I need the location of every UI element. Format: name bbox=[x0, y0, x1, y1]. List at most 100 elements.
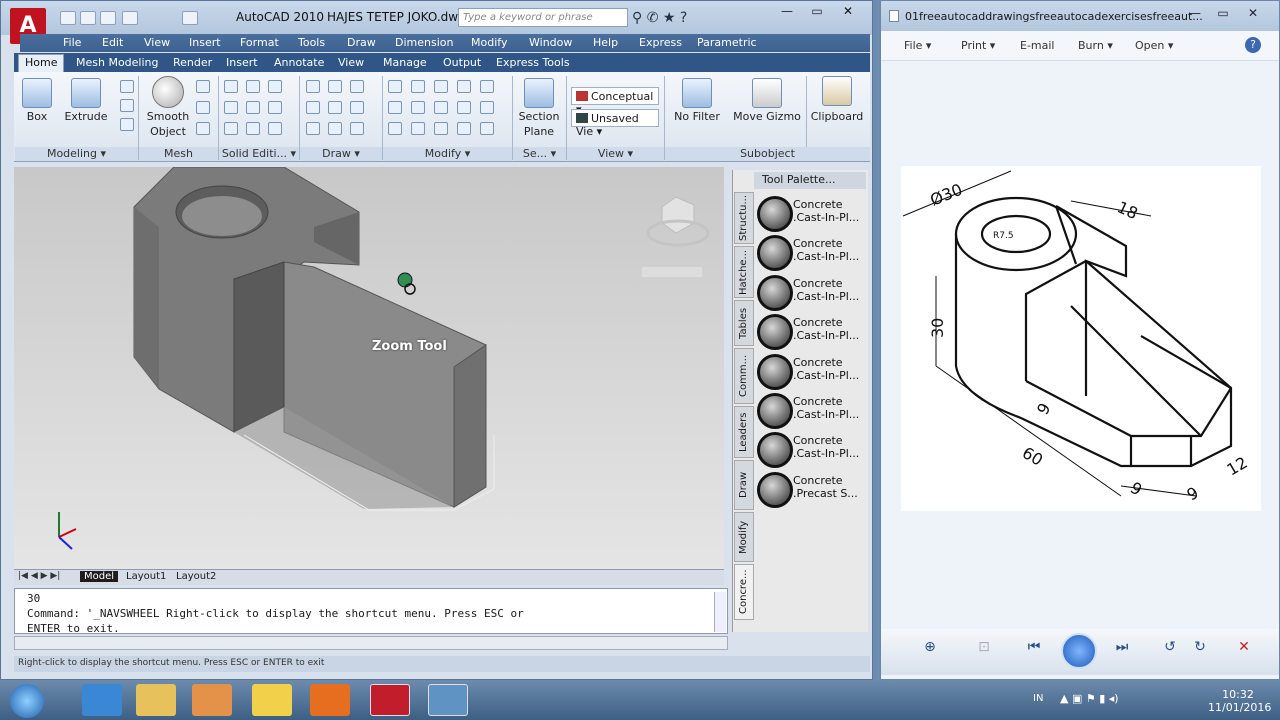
tool-palette-title[interactable]: Tool Palette... bbox=[754, 172, 866, 189]
viewer-menu-burn[interactable]: Burn ▾ bbox=[1078, 39, 1113, 52]
tray-icons[interactable]: ▲ ▣ ⚑ ▮ ◂) bbox=[1060, 692, 1119, 705]
tab-express-tools[interactable]: Express Tools bbox=[490, 55, 576, 70]
autocad-taskbar-icon[interactable] bbox=[370, 684, 410, 716]
zoom-icon[interactable]: ⊕ bbox=[917, 639, 943, 661]
plot-icon[interactable] bbox=[182, 11, 198, 25]
internet-explorer-icon[interactable] bbox=[82, 684, 122, 716]
tab-annotate[interactable]: Annotate bbox=[268, 55, 330, 70]
panel-subobject[interactable]: Subobject bbox=[665, 147, 870, 161]
palette-item[interactable]: Concrete .Cast-In-Pl... bbox=[757, 354, 865, 390]
palette-tab-modify[interactable]: Modify bbox=[734, 512, 754, 562]
rotate-left-icon[interactable]: ↺ bbox=[1157, 639, 1183, 661]
tab-layout1[interactable]: Layout1 bbox=[122, 571, 170, 582]
menu-draw[interactable]: Draw bbox=[347, 36, 376, 49]
menu-dimension[interactable]: Dimension bbox=[395, 36, 453, 49]
minimize-button[interactable]: — bbox=[775, 4, 799, 20]
palette-item[interactable]: Concrete .Cast-In-Pl... bbox=[757, 314, 865, 350]
next-icon[interactable]: ⏭ bbox=[1109, 639, 1135, 661]
clock[interactable]: 10:32 11/01/2016 bbox=[1208, 688, 1271, 714]
rotate-right-icon[interactable]: ↻ bbox=[1187, 639, 1213, 661]
panel-modify[interactable]: Modify ▾ bbox=[383, 147, 512, 161]
photo-viewer-taskbar-icon[interactable] bbox=[428, 684, 468, 716]
menu-file[interactable]: File bbox=[63, 36, 81, 49]
command-hscrollbar[interactable] bbox=[14, 636, 728, 650]
menu-parametric[interactable]: Parametric bbox=[697, 36, 757, 49]
utility-app-icon[interactable] bbox=[252, 684, 292, 716]
menu-help[interactable]: Help bbox=[593, 36, 618, 49]
slideshow-button[interactable] bbox=[1061, 633, 1097, 669]
delete-icon[interactable]: ✕ bbox=[1231, 639, 1257, 661]
visual-style-dropdown[interactable]: Conceptual ▾ bbox=[571, 87, 659, 116]
infocenter-icons[interactable]: ⚲ ✆ ★ ? bbox=[632, 10, 687, 26]
command-scrollbar[interactable] bbox=[714, 592, 726, 632]
clipboard-icon[interactable] bbox=[822, 76, 852, 106]
previous-icon[interactable]: ⏮ bbox=[1021, 639, 1047, 661]
modeling-small-tools[interactable] bbox=[120, 80, 134, 140]
start-button[interactable] bbox=[10, 684, 44, 718]
search-input[interactable]: Type a keyword or phrase bbox=[458, 8, 628, 27]
palette-item[interactable]: Concrete .Precast S... bbox=[757, 472, 865, 508]
layout-nav-arrows[interactable]: |◀ ◀ ▶ ▶| bbox=[18, 571, 60, 581]
help-icon[interactable]: ? bbox=[1245, 37, 1261, 53]
viewer-menu-email[interactable]: E-mail bbox=[1020, 39, 1055, 52]
palette-tab-hatches[interactable]: Hatche... bbox=[734, 246, 754, 298]
palette-item[interactable]: Concrete .Cast-In-Pl... bbox=[757, 196, 865, 232]
modify-tools[interactable] bbox=[388, 80, 508, 140]
menu-tools[interactable]: Tools bbox=[298, 36, 325, 49]
tab-manage[interactable]: Manage bbox=[377, 55, 433, 70]
view-dropdown[interactable]: Unsaved Vie ▾ bbox=[571, 109, 659, 138]
firefox-icon[interactable] bbox=[310, 684, 350, 716]
undo-icon[interactable] bbox=[122, 11, 138, 25]
draw-tools[interactable] bbox=[306, 80, 378, 140]
viewer-minimize-button[interactable]: — bbox=[1183, 6, 1207, 22]
palette-tab-structural[interactable]: Structu... bbox=[734, 192, 754, 244]
section-plane-icon[interactable] bbox=[524, 78, 554, 108]
menu-express[interactable]: Express bbox=[639, 36, 682, 49]
language-indicator[interactable]: IN bbox=[1033, 693, 1043, 704]
move-gizmo-icon[interactable] bbox=[752, 78, 782, 108]
palette-tab-tables[interactable]: Tables bbox=[734, 300, 754, 346]
panel-modeling[interactable]: Modeling ▾ bbox=[15, 147, 138, 161]
panel-solid-editing[interactable]: Solid Editi... ▾ bbox=[219, 147, 299, 161]
palette-item[interactable]: Concrete .Cast-In-Pl... bbox=[757, 235, 865, 271]
smooth-object-icon[interactable] bbox=[152, 76, 184, 108]
drawing-viewport[interactable] bbox=[14, 166, 724, 569]
panel-view[interactable]: View ▾ bbox=[567, 147, 664, 161]
restore-button[interactable]: ▭ bbox=[805, 4, 829, 20]
media-player-icon[interactable] bbox=[192, 684, 232, 716]
close-button[interactable]: ✕ bbox=[836, 4, 860, 20]
menu-insert[interactable]: Insert bbox=[189, 36, 221, 49]
palette-item[interactable]: Concrete .Cast-In-Pl... bbox=[757, 432, 865, 468]
palette-item[interactable]: Concrete .Cast-In-Pl... bbox=[757, 393, 865, 429]
mesh-small-tools[interactable] bbox=[196, 80, 216, 140]
palette-tab-draw[interactable]: Draw bbox=[734, 460, 754, 510]
panel-section[interactable]: Se... ▾ bbox=[513, 147, 566, 161]
menu-view[interactable]: View bbox=[144, 36, 170, 49]
save-icon[interactable] bbox=[100, 11, 116, 25]
solid-editing-tools[interactable] bbox=[224, 80, 296, 140]
tab-insert[interactable]: Insert bbox=[220, 55, 264, 70]
tab-render[interactable]: Render bbox=[167, 55, 218, 70]
viewer-menu-open[interactable]: Open ▾ bbox=[1135, 39, 1173, 52]
tab-mesh-modeling[interactable]: Mesh Modeling bbox=[70, 55, 165, 70]
viewer-restore-button[interactable]: ▭ bbox=[1211, 6, 1235, 22]
viewer-menu-file[interactable]: File ▾ bbox=[904, 39, 931, 52]
box-icon[interactable] bbox=[22, 78, 52, 108]
extrude-icon[interactable] bbox=[71, 78, 101, 108]
palette-item[interactable]: Concrete .Cast-In-Pl... bbox=[757, 275, 865, 311]
tab-view[interactable]: View bbox=[332, 55, 370, 70]
menu-format[interactable]: Format bbox=[240, 36, 279, 49]
menu-modify[interactable]: Modify bbox=[471, 36, 507, 49]
panel-mesh[interactable]: Mesh bbox=[139, 147, 218, 161]
tab-layout2[interactable]: Layout2 bbox=[172, 571, 220, 582]
palette-tab-concrete[interactable]: Concre... bbox=[734, 564, 754, 620]
actual-size-icon[interactable]: ⊡ bbox=[971, 639, 997, 661]
palette-tab-command[interactable]: Comm... bbox=[734, 348, 754, 404]
viewer-close-button[interactable]: ✕ bbox=[1241, 6, 1265, 22]
tab-model[interactable]: Model bbox=[80, 571, 119, 582]
tab-output[interactable]: Output bbox=[437, 55, 487, 70]
menu-window[interactable]: Window bbox=[529, 36, 572, 49]
open-file-icon[interactable] bbox=[80, 11, 96, 25]
tab-home[interactable]: Home bbox=[18, 54, 65, 72]
viewer-menu-print[interactable]: Print ▾ bbox=[961, 39, 995, 52]
